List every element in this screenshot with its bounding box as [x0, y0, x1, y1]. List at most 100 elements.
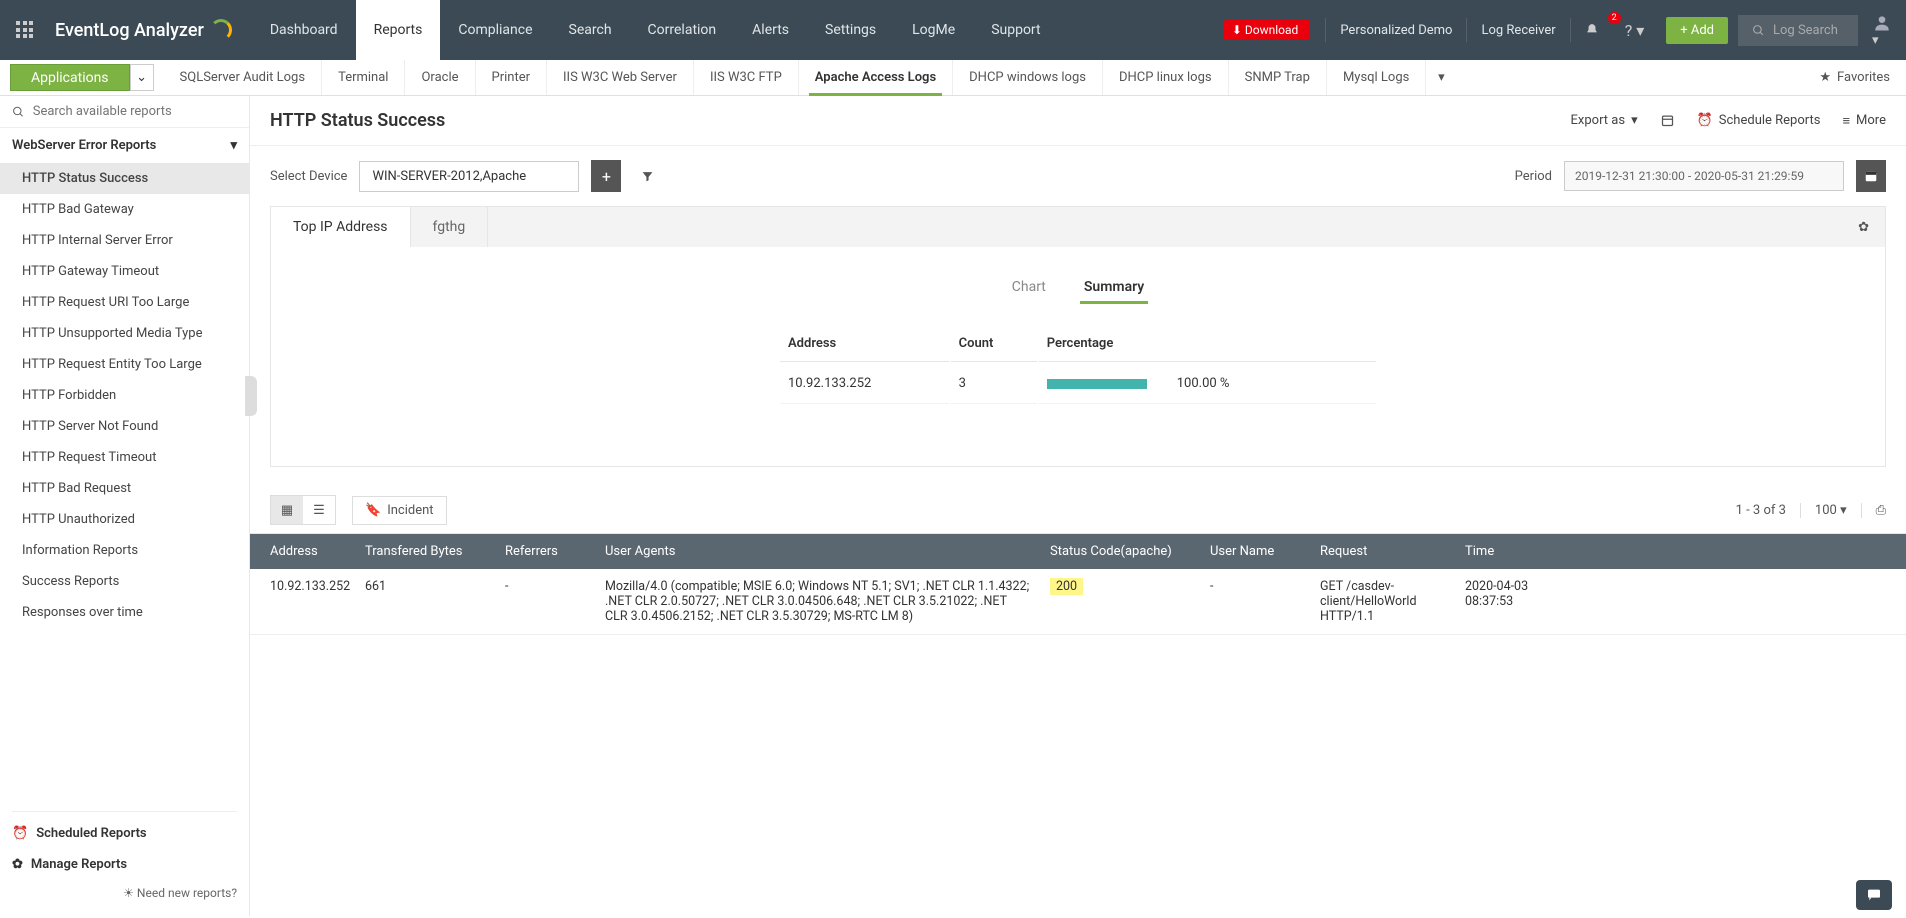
- sidebar-item-uri-too-large[interactable]: HTTP Request URI Too Large: [0, 287, 249, 318]
- download-button[interactable]: Download: [1224, 20, 1310, 40]
- sidebar-item-responses-over-time[interactable]: Responses over time: [0, 597, 249, 628]
- sidebar-item-internal-error[interactable]: HTTP Internal Server Error: [0, 225, 249, 256]
- applications-button[interactable]: Applications: [10, 64, 130, 91]
- main: HTTP Status Success Export as ▾ ⏰ Schedu…: [250, 96, 1906, 916]
- nav-correlation[interactable]: Correlation: [630, 0, 735, 60]
- sidebar-group-header[interactable]: WebServer Error Reports ▾: [0, 128, 249, 163]
- logo: EventLog Analyzer: [50, 19, 252, 41]
- manage-reports-link[interactable]: ✿ Manage Reports: [12, 849, 237, 880]
- page-title: HTTP Status Success: [270, 110, 445, 131]
- select-device-label: Select Device: [270, 169, 347, 184]
- view-list-icon[interactable]: ☰: [303, 496, 335, 524]
- snav-dhcp-win[interactable]: DHCP windows logs: [953, 60, 1103, 95]
- sidebar-item-bad-gateway[interactable]: HTTP Bad Gateway: [0, 194, 249, 225]
- schedule-reports-button[interactable]: ⏰ Schedule Reports: [1697, 113, 1821, 128]
- user-menu-icon[interactable]: ▾: [1858, 13, 1906, 48]
- sidebar-item-not-found[interactable]: HTTP Server Not Found: [0, 411, 249, 442]
- apps-grid-icon[interactable]: [0, 21, 50, 39]
- snav-oracle[interactable]: Oracle: [405, 60, 475, 95]
- log-search-box[interactable]: Log Search: [1738, 15, 1858, 46]
- dr-address: 10.92.133.252: [270, 579, 365, 594]
- need-label: Need new reports?: [137, 886, 237, 900]
- report-card: Top IP Address fgthg ✿ Chart Summary Add…: [270, 206, 1886, 467]
- period-input[interactable]: 2019-12-31 21:30:00 - 2020-05-31 21:29:5…: [1564, 161, 1844, 191]
- nav-dashboard[interactable]: Dashboard: [252, 0, 356, 60]
- incident-button[interactable]: 🔖 Incident: [352, 496, 447, 525]
- snav-printer[interactable]: Printer: [476, 60, 548, 95]
- toolbar: Select Device WIN-SERVER-2012,Apache + P…: [250, 146, 1906, 206]
- nav-alerts[interactable]: Alerts: [734, 0, 807, 60]
- summary-table: Address Count Percentage 10.92.133.252 3…: [778, 324, 1378, 406]
- help-icon[interactable]: ? ▾: [1613, 21, 1657, 40]
- data-header: Address Transfered Bytes Referrers User …: [250, 534, 1906, 569]
- need-new-reports-link[interactable]: ☀ Need new reports?: [12, 880, 237, 906]
- pin-icon[interactable]: [1660, 113, 1675, 128]
- subnav-more-icon[interactable]: ▾: [1426, 60, 1456, 95]
- favorites-label: Favorites: [1837, 70, 1890, 85]
- tab-chart[interactable]: Chart: [1008, 273, 1050, 304]
- nav-settings[interactable]: Settings: [807, 0, 894, 60]
- view-toggle: ▦ ☰: [270, 495, 336, 525]
- add-device-button[interactable]: +: [591, 160, 621, 192]
- page-actions: Export as ▾ ⏰ Schedule Reports ≡ More: [1571, 113, 1886, 129]
- tab-summary[interactable]: Summary: [1080, 273, 1148, 304]
- chat-icon[interactable]: [1856, 880, 1892, 910]
- cell-address: 10.92.133.252: [780, 364, 949, 404]
- sidebar-search[interactable]: [0, 96, 249, 128]
- nav-logme[interactable]: LogMe: [894, 0, 973, 60]
- scheduled-reports-link[interactable]: ⏰ Scheduled Reports: [12, 818, 237, 849]
- calendar-icon[interactable]: [1856, 160, 1886, 192]
- sidebar-search-input[interactable]: [33, 104, 237, 119]
- log-receiver-link[interactable]: Log Receiver: [1466, 18, 1569, 42]
- applications-dropdown-icon[interactable]: ⌄: [130, 64, 154, 91]
- th-address: Address: [780, 326, 949, 362]
- snav-mysql[interactable]: Mysql Logs: [1327, 60, 1426, 95]
- nav-search[interactable]: Search: [551, 0, 630, 60]
- snav-terminal[interactable]: Terminal: [322, 60, 405, 95]
- snav-sqlserver[interactable]: SQLServer Audit Logs: [164, 60, 323, 95]
- view-table-icon[interactable]: ▦: [271, 496, 303, 524]
- page-header: HTTP Status Success Export as ▾ ⏰ Schedu…: [250, 96, 1906, 146]
- sidebar-item-entity-too-large[interactable]: HTTP Request Entity Too Large: [0, 349, 249, 380]
- tag-icon: 🔖: [365, 503, 381, 518]
- sidebar-item-forbidden[interactable]: HTTP Forbidden: [0, 380, 249, 411]
- filter-icon[interactable]: [633, 162, 661, 190]
- sidebar-list: HTTP Status Success HTTP Bad Gateway HTT…: [0, 163, 249, 628]
- tab-top-ip[interactable]: Top IP Address: [271, 207, 411, 247]
- snav-iis-web[interactable]: IIS W3C Web Server: [547, 60, 694, 95]
- card-settings-icon[interactable]: ✿: [1842, 220, 1885, 235]
- columns-icon[interactable]: ⎙: [1861, 503, 1886, 518]
- sidebar-item-request-timeout[interactable]: HTTP Request Timeout: [0, 442, 249, 473]
- nav-reports[interactable]: Reports: [356, 0, 441, 60]
- sidebar-item-success-reports[interactable]: Success Reports: [0, 566, 249, 597]
- sidebar-collapse-handle[interactable]: [245, 376, 257, 416]
- inner-tabs: Chart Summary: [271, 247, 1885, 314]
- sidebar: WebServer Error Reports ▾ HTTP Status Su…: [0, 96, 250, 916]
- sidebar-item-unsupported-media[interactable]: HTTP Unsupported Media Type: [0, 318, 249, 349]
- dh-address: Address: [270, 544, 365, 559]
- export-button[interactable]: Export as ▾: [1571, 113, 1638, 128]
- log-search-label: Log Search: [1773, 23, 1838, 38]
- dr-referrers: -: [505, 579, 605, 594]
- sidebar-item-bad-request[interactable]: HTTP Bad Request: [0, 473, 249, 504]
- snav-apache[interactable]: Apache Access Logs: [799, 60, 953, 95]
- snav-snmp[interactable]: SNMP Trap: [1229, 60, 1327, 95]
- sidebar-item-unauthorized[interactable]: HTTP Unauthorized: [0, 504, 249, 535]
- snav-iis-ftp[interactable]: IIS W3C FTP: [694, 60, 799, 95]
- nav-support[interactable]: Support: [973, 0, 1058, 60]
- device-select[interactable]: WIN-SERVER-2012,Apache: [359, 161, 579, 192]
- sidebar-item-information[interactable]: Information Reports: [0, 535, 249, 566]
- sidebar-item-gateway-timeout[interactable]: HTTP Gateway Timeout: [0, 256, 249, 287]
- notification-bell-icon[interactable]: 2: [1570, 18, 1613, 42]
- favorites-link[interactable]: ★ Favorites: [1803, 60, 1906, 95]
- per-page-select[interactable]: 100 ▾: [1800, 503, 1847, 518]
- add-button[interactable]: + Add: [1666, 17, 1728, 44]
- tab-fgthg[interactable]: fgthg: [411, 207, 489, 247]
- manage-label: Manage Reports: [31, 857, 127, 872]
- detail-toolbar: ▦ ☰ 🔖 Incident 1 - 3 of 3 100 ▾ ⎙: [250, 487, 1906, 534]
- sidebar-item-http-success[interactable]: HTTP Status Success: [0, 163, 249, 194]
- snav-dhcp-linux[interactable]: DHCP linux logs: [1103, 60, 1229, 95]
- personalized-demo-link[interactable]: Personalized Demo: [1325, 18, 1466, 42]
- more-button[interactable]: ≡ More: [1842, 113, 1886, 129]
- nav-compliance[interactable]: Compliance: [440, 0, 550, 60]
